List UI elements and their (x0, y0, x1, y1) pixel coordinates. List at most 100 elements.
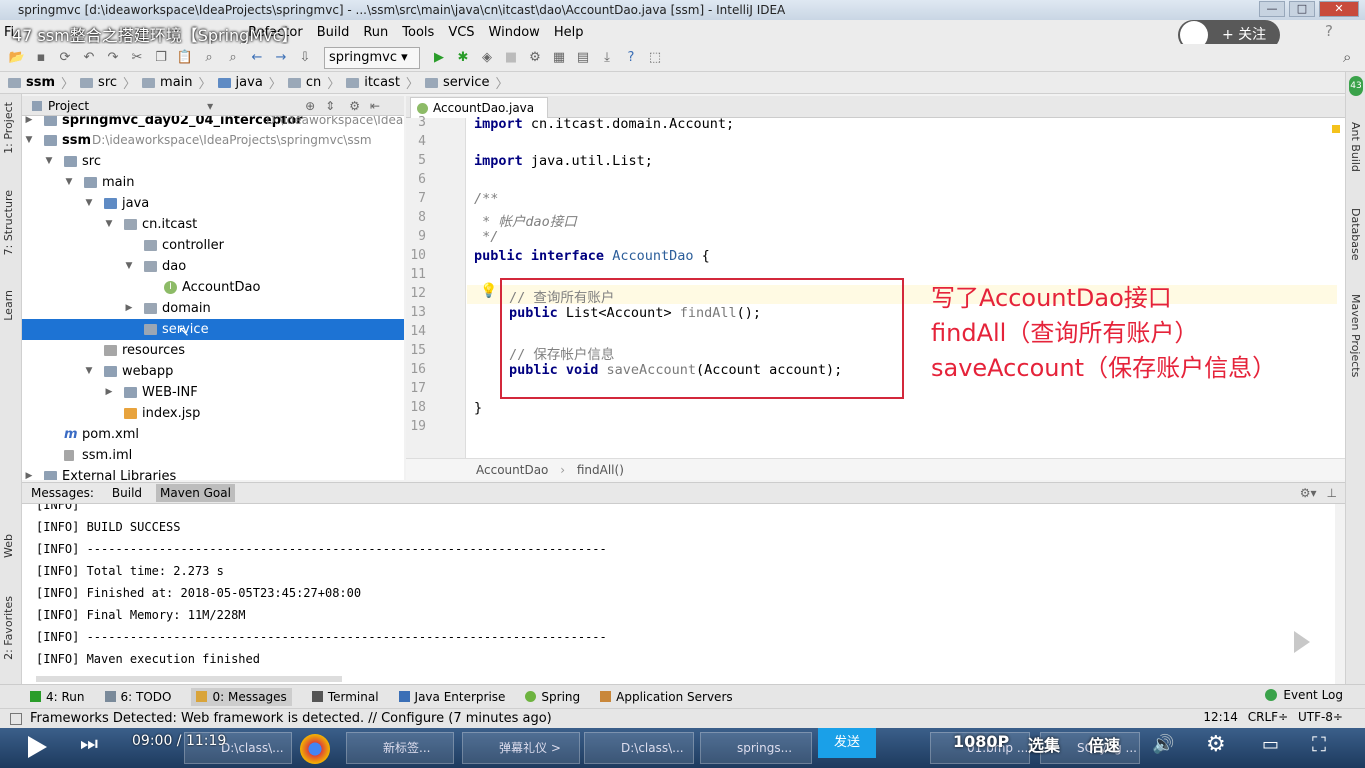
chevron-right-icon[interactable]: ▶ (104, 382, 114, 403)
redo-icon[interactable]: ↷ (102, 48, 124, 68)
chevron-down-icon[interactable]: ▼ (124, 256, 134, 277)
debug-icon[interactable]: ✱ (452, 48, 474, 68)
project-panel-title[interactable]: Project (48, 99, 89, 113)
open-icon[interactable]: 📂 (6, 48, 28, 68)
chevron-down-icon[interactable]: ▼ (104, 214, 114, 235)
help-toolbar-icon[interactable]: ? (620, 48, 642, 68)
chevron-down-icon[interactable]: ▼ (84, 361, 94, 382)
menu-build[interactable]: Build (317, 25, 350, 40)
tree-item[interactable]: ▼ cn.itcast (22, 214, 404, 235)
video-play-overlay[interactable] (1270, 618, 1330, 666)
next-icon[interactable]: ⏭ (80, 731, 98, 755)
crumb-java[interactable]: java 〉 (217, 73, 282, 92)
close-button[interactable]: ✕ (1319, 1, 1359, 17)
crumb-itcast[interactable]: itcast 〉 (346, 73, 419, 92)
toolwin-app-servers[interactable]: Application Servers (600, 690, 733, 704)
coverage-icon[interactable]: ◈ (476, 48, 498, 68)
horizontal-scrollbar[interactable] (36, 676, 342, 682)
chevron-right-icon[interactable]: ▶ (124, 298, 134, 319)
tree-item[interactable]: ▼ java (22, 193, 404, 214)
tab-project[interactable]: 1: Project (2, 102, 15, 154)
fullscreen-icon[interactable]: ⛶ (1312, 732, 1326, 756)
send-danmaku-button[interactable]: 发送 (818, 728, 876, 758)
vcs-icon[interactable]: ⤓ (596, 48, 618, 68)
picture-in-picture-icon[interactable]: ▭ (1262, 734, 1279, 755)
tree-item-selected[interactable]: service ↖ (22, 319, 404, 340)
taskbar-item[interactable]: springs... (700, 732, 812, 764)
menu-tools[interactable]: Tools (402, 25, 434, 40)
gear-icon[interactable]: ⚙ (349, 99, 360, 113)
hide-icon[interactable]: ⇤ (370, 99, 380, 113)
chevron-down-icon[interactable]: ▼ (64, 172, 74, 193)
collapse-icon[interactable]: ⇕ (325, 99, 335, 113)
lightbulb-icon[interactable]: 💡 (480, 283, 497, 299)
tree-item[interactable]: index.jsp (22, 403, 404, 424)
taskbar-item[interactable]: 新标签... (346, 732, 454, 764)
menu-vcs[interactable]: VCS (448, 25, 474, 40)
gear-icon[interactable]: ⚙▾ (1300, 486, 1317, 500)
plugin-icon[interactable]: ⬚ (644, 48, 666, 68)
search-everywhere-icon[interactable]: ⌕ (1343, 48, 1351, 66)
tree-item[interactable]: ▼ main (22, 172, 404, 193)
toolwin-run[interactable]: 4: Run (30, 690, 85, 704)
tree-item[interactable]: ▼ webapp (22, 361, 404, 382)
toggle-tool-windows-icon[interactable] (10, 713, 22, 725)
tree-item[interactable]: ssm.iml (22, 445, 404, 466)
tree-item[interactable]: resources (22, 340, 404, 361)
chevron-down-icon[interactable]: ▼ (84, 193, 94, 214)
maximize-button[interactable]: □ (1289, 1, 1315, 17)
toolwin-todo[interactable]: 6: TODO (104, 690, 171, 704)
tab-accountdao-java[interactable]: AccountDao.java ✕ (410, 97, 548, 135)
tab-build[interactable]: Build (108, 484, 146, 502)
taskbar-item[interactable]: D:\class\... (584, 732, 694, 764)
sdk-icon[interactable]: ▤ (572, 48, 594, 68)
taskbar-item[interactable]: 弹幕礼仪 > (462, 732, 580, 764)
toolwin-java-enterprise[interactable]: Java Enterprise (398, 690, 505, 704)
chevron-right-icon[interactable]: ▶ (24, 466, 34, 480)
run-configuration-select[interactable]: springmvc ▾ (324, 46, 420, 69)
crumb-method[interactable]: findAll() (577, 463, 624, 477)
crumb-src[interactable]: src 〉 (80, 73, 136, 92)
crumb-interface[interactable]: AccountDao (476, 463, 548, 477)
tab-favorites[interactable]: 2: Favorites (2, 596, 15, 660)
chrome-icon[interactable] (300, 734, 330, 764)
line-separator[interactable]: CRLF÷ (1248, 710, 1288, 724)
build-icon[interactable]: ⇩ (294, 48, 316, 68)
tree-item[interactable]: m pom.xml (22, 424, 404, 445)
toolwin-terminal[interactable]: Terminal (311, 690, 379, 704)
sync-icon[interactable]: ⟳ (54, 48, 76, 68)
crumb-cn[interactable]: cn 〉 (287, 73, 340, 92)
menu-help[interactable]: Help (554, 25, 584, 40)
target-icon[interactable]: ⊕ (305, 99, 315, 113)
tab-maven-goal[interactable]: Maven Goal (156, 484, 235, 502)
tab-structure[interactable]: 7: Structure (2, 190, 15, 255)
hide-panel-icon[interactable]: ⊥ (1327, 486, 1337, 500)
settings-gear-icon[interactable]: ⚙ (1206, 732, 1226, 757)
crumb-ssm[interactable]: ssm 〉 (8, 73, 74, 92)
quality-button[interactable]: 1080P (953, 732, 1009, 751)
settings-icon[interactable]: ⚙ (524, 48, 546, 68)
tab-web[interactable]: Web (2, 534, 15, 558)
caret-position[interactable]: 12:14 (1203, 710, 1238, 724)
chevron-down-icon[interactable]: ▾ (207, 99, 213, 113)
chevron-right-icon[interactable]: ▶ (24, 116, 34, 131)
event-log-button[interactable]: Event Log (1265, 688, 1343, 702)
toolwin-spring[interactable]: Spring (525, 690, 580, 704)
tab-ant-build[interactable]: Ant Build (1349, 122, 1362, 172)
crumb-service[interactable]: service 〉 (424, 73, 509, 92)
find-icon[interactable]: ⌕ (198, 48, 220, 68)
tree-item[interactable]: ▶ domain (22, 298, 404, 319)
back-icon[interactable]: ← (246, 48, 268, 68)
tree-item[interactable]: controller (22, 235, 404, 256)
run-icon[interactable]: ▶ (428, 48, 450, 68)
tree-item[interactable]: ▶ WEB-INF (22, 382, 404, 403)
menu-window[interactable]: Window (489, 25, 540, 40)
tab-database[interactable]: Database (1349, 208, 1362, 261)
crumb-main[interactable]: main 〉 (142, 73, 212, 92)
tree-item[interactable]: I AccountDao (22, 277, 404, 298)
cut-icon[interactable]: ✂ (126, 48, 148, 68)
status-message[interactable]: Frameworks Detected: Web framework is de… (30, 711, 552, 726)
chevron-down-icon[interactable]: ▼ (24, 130, 34, 151)
speed-button[interactable]: 倍速 (1088, 732, 1120, 756)
save-icon[interactable]: ▪ (30, 48, 52, 68)
